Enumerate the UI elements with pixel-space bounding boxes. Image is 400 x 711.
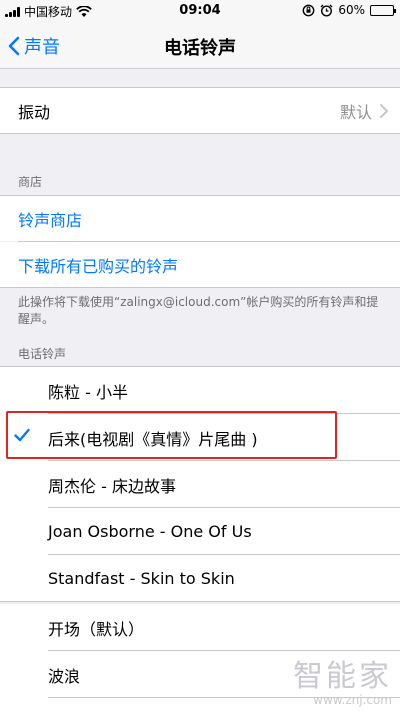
- ringtone-item[interactable]: 周杰伦 - 床边故事: [0, 461, 400, 508]
- status-bar: 中国移动 09:04 60%: [0, 0, 400, 22]
- ringtone-item[interactable]: 开场（默认）: [0, 604, 400, 651]
- ringtone-label: 周杰伦 - 床边故事: [48, 476, 176, 496]
- vibration-value: 默认: [339, 102, 372, 122]
- back-label: 声音: [24, 37, 60, 58]
- ringtone-label: Joan Osborne - One Of Us: [48, 522, 252, 541]
- store-footer-note: 此操作将下载使用“zalingx@icloud.com”帐户购买的所有铃声和提醒…: [18, 295, 379, 326]
- vibration-detail: 默认: [340, 99, 388, 123]
- navigation-bar: 声音 电话铃声: [0, 22, 400, 69]
- wifi-icon: [76, 5, 92, 17]
- battery-icon: [370, 4, 396, 16]
- carrier-name: 中国移动: [24, 5, 73, 19]
- divider: [0, 133, 400, 134]
- watermark: 智能家 www.znj.com: [293, 659, 392, 708]
- download-purchased-link[interactable]: 下载所有已购买的铃声: [0, 242, 400, 287]
- vibration-row[interactable]: 振动 默认: [0, 88, 400, 133]
- divider: [0, 601, 400, 602]
- page-title: 电话铃声: [164, 38, 236, 59]
- signal-strength-icon: [5, 6, 20, 17]
- ringtone-settings-screen: 中国移动 09:04 60% 声音 电话铃声 振动 默认 商店 铃声商店 下载所…: [0, 0, 400, 711]
- watermark-brand: 智能家: [293, 659, 392, 694]
- alarm-icon: [320, 4, 333, 17]
- rotation-lock-icon: [302, 4, 315, 16]
- ringtone-label: 陈粒 - 小半: [48, 382, 128, 402]
- ringtone-label: 开场（默认）: [48, 619, 145, 639]
- back-button[interactable]: 声音: [8, 33, 60, 59]
- chevron-right-icon: [380, 103, 388, 118]
- battery-percent: 60%: [338, 3, 365, 17]
- divider: [0, 287, 400, 288]
- ringtone-label: 波浪: [48, 666, 81, 686]
- ringtone-label: Standfast - Skin to Skin: [48, 569, 235, 588]
- ringtone-store-link[interactable]: 铃声商店: [0, 196, 400, 241]
- ringtone-item[interactable]: 陈粒 - 小半: [0, 367, 400, 414]
- watermark-url: www.znj.com: [313, 693, 392, 707]
- chevron-left-icon: [8, 36, 20, 56]
- ringtone-item[interactable]: Joan Osborne - One Of Us: [0, 508, 400, 555]
- vibration-label: 振动: [18, 102, 51, 122]
- highlight-annotation: [6, 411, 337, 459]
- ringtones-section-header: 电话铃声: [18, 347, 67, 361]
- store-section-header: 商店: [18, 175, 43, 189]
- status-right: 60%: [302, 3, 396, 17]
- ringtone-item[interactable]: Standfast - Skin to Skin: [0, 555, 400, 602]
- status-left: 中国移动: [5, 3, 92, 20]
